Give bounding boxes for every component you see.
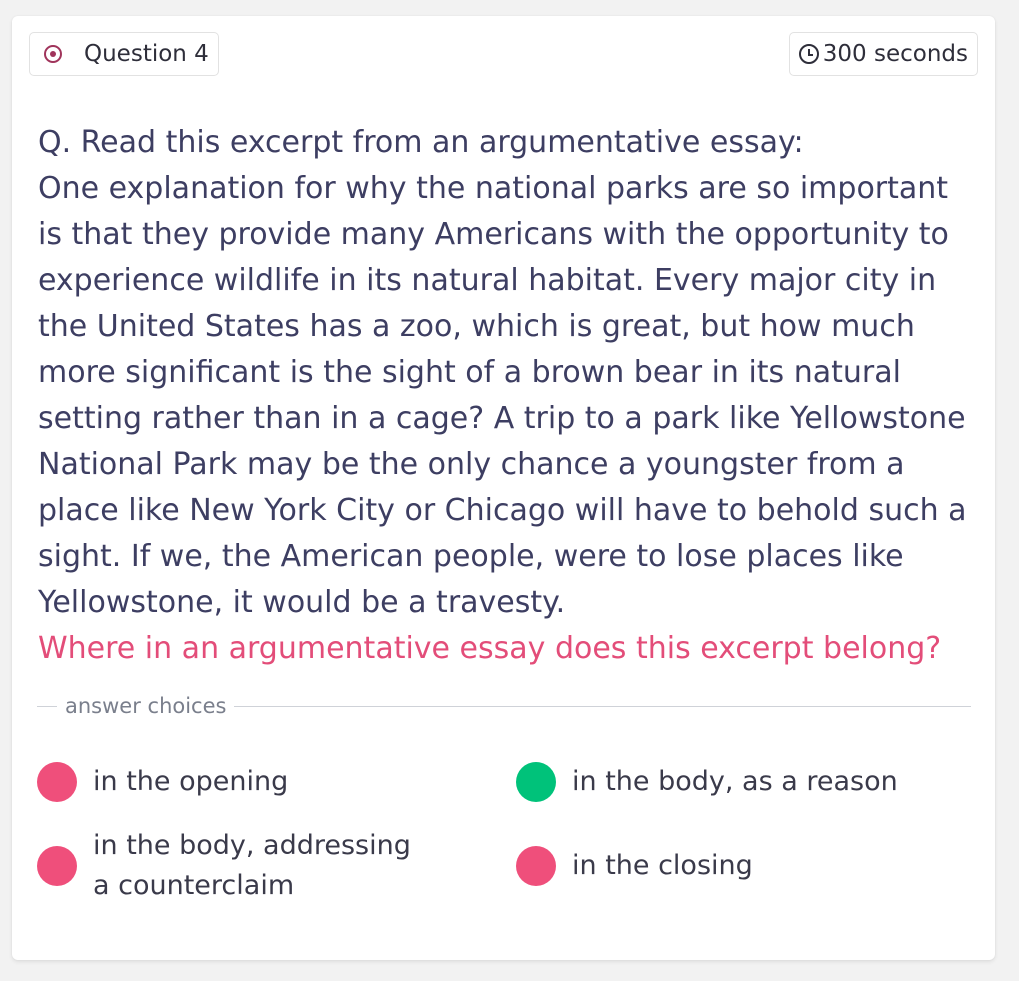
question-card: Question 4 300 seconds Q. Read this exce… [12, 16, 995, 960]
clock-icon [798, 44, 819, 64]
answer-choice-text: in the body, as a reason [572, 766, 898, 797]
correct-indicator-icon [516, 762, 556, 802]
answer-choice-text: in the body, addressing a counterclaim [93, 830, 411, 901]
target-icon [44, 45, 62, 63]
answer-choice-text: in the closing [572, 850, 753, 881]
timer-badge: 300 seconds [788, 32, 978, 76]
divider-line-right [234, 705, 971, 707]
answer-choice-1[interactable]: in the opening [37, 762, 433, 802]
incorrect-indicator-icon [37, 762, 77, 802]
incorrect-indicator-icon [516, 846, 556, 886]
timer-label: 300 seconds [822, 41, 968, 67]
question-number-label: Question 4 [84, 41, 209, 67]
question-excerpt: One explanation for why the national par… [38, 171, 967, 620]
question-prompt: Where in an argumentative essay does thi… [38, 631, 942, 666]
question-intro: Q. Read this excerpt from an argumentati… [38, 125, 804, 160]
incorrect-indicator-icon [37, 846, 77, 886]
answer-choices-divider: answer choices [37, 694, 971, 718]
answer-choices-label: answer choices [65, 694, 227, 718]
question-text: Q. Read this excerpt from an argumentati… [38, 120, 978, 672]
answer-choice-2[interactable]: in the body, as a reason [516, 762, 912, 802]
question-number-badge: Question 4 [29, 32, 219, 76]
answer-choice-3[interactable]: in the body, addressing a counterclaim [37, 826, 433, 906]
divider-line-left [37, 705, 57, 707]
answer-choice-text: in the opening [93, 766, 289, 797]
answer-choice-4[interactable]: in the closing [516, 846, 912, 886]
